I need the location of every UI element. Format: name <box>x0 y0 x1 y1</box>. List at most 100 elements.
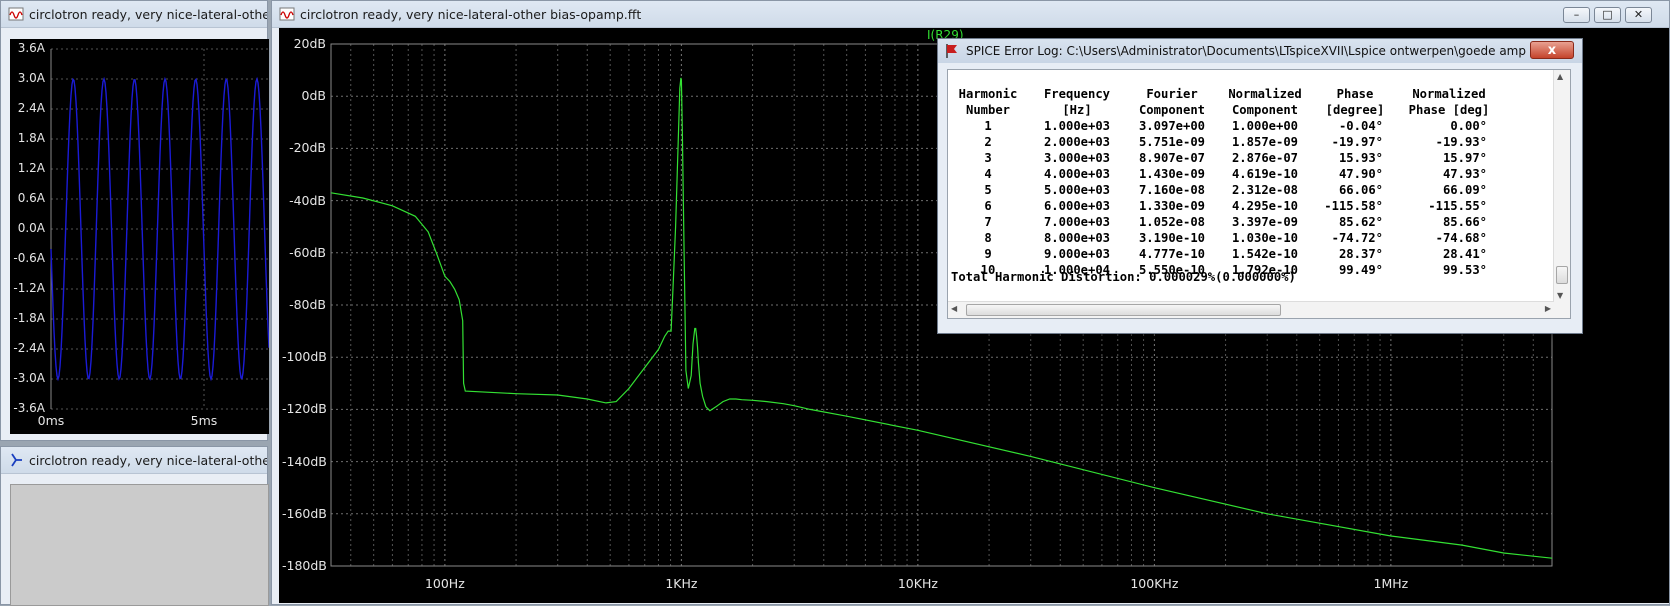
table-header: Normalized Component <box>1217 86 1313 118</box>
table-cell: -0.04° <box>1338 119 1383 133</box>
fft-y-tick-label: -160dB <box>282 505 327 521</box>
table-header: Frequency [Hz] <box>1027 86 1127 118</box>
spice-error-log-dialog[interactable]: SPICE Error Log: C:\Users\Administrator\… <box>937 38 1583 334</box>
fft-x-tick-label: 1MHz <box>1373 576 1409 591</box>
table-cell: 2 <box>984 135 992 149</box>
table-header-text: Component <box>1231 103 1299 117</box>
table-cell: 47.90° <box>1338 167 1383 181</box>
table-cell: 1.030e-10 <box>1231 231 1299 245</box>
table-row: 1 1.000e+03 3.097e+00 1.000e+00 -0.04° 0.00° <box>949 118 1501 134</box>
table-cell: 1.000e+03 <box>1043 119 1111 133</box>
table-cell: 5.751e-09 <box>1138 135 1206 149</box>
fft-y-tick-label: -20dB <box>289 140 326 156</box>
scroll-down-icon[interactable]: ▼ <box>1557 291 1563 300</box>
vertical-scrollbar[interactable]: ▲ ▼ <box>1553 70 1570 318</box>
table-header: Fourier Component <box>1127 86 1217 118</box>
table-header-text: [Hz] <box>1062 103 1092 117</box>
table-row: 6 6.000e+03 1.330e-09 4.295e-10 -115.58° -115… <box>949 198 1501 214</box>
table-cell: 66.06° <box>1338 183 1383 197</box>
table-cell: 6.000e+03 <box>1043 199 1111 213</box>
table-cell: 9 <box>984 247 992 261</box>
table-row: 2 2.000e+03 5.751e-09 1.857e-09 -19.97° -19.9… <box>949 134 1501 150</box>
table-cell: 5.000e+03 <box>1043 183 1111 197</box>
table-header-text: Component <box>1138 103 1206 117</box>
table-cell: 1 <box>984 119 992 133</box>
close-button[interactable]: x <box>1530 41 1574 59</box>
table-header-text: Phase <box>1336 87 1374 101</box>
table-cell: 85.66° <box>1442 215 1487 229</box>
error-log-title: SPICE Error Log: C:\Users\Administrator\… <box>966 44 1526 58</box>
table-row: 5 5.000e+03 7.160e-08 2.312e-08 66.06° 66.09° <box>949 182 1501 198</box>
table-cell: 1.857e-09 <box>1231 135 1299 149</box>
table-row: 4 4.000e+03 1.430e-09 4.619e-10 47.90° 47.93° <box>949 166 1501 182</box>
scroll-right-icon[interactable]: ▶ <box>1545 304 1551 313</box>
table-cell: 4.777e-10 <box>1138 247 1206 261</box>
table-cell: 4.295e-10 <box>1231 199 1299 213</box>
table-cell: -19.93° <box>1435 135 1487 149</box>
table-cell: 4 <box>984 167 992 181</box>
table-cell: 1.430e-09 <box>1138 167 1206 181</box>
table-row: 7 7.000e+03 1.052e-08 3.397e-09 85.62° 85.66° <box>949 214 1501 230</box>
horizontal-scroll-thumb[interactable] <box>966 304 1281 316</box>
fft-y-tick-label: 20dB <box>293 36 326 51</box>
horizontal-scrollbar[interactable]: ◀ ▶ <box>948 301 1554 318</box>
table-cell: 3.000e+03 <box>1043 151 1111 165</box>
table-cell: 8.000e+03 <box>1043 231 1111 245</box>
table-header-text: Phase [deg] <box>1408 103 1490 117</box>
fft-y-tick-label: -60dB <box>289 244 326 260</box>
table-cell: 47.93° <box>1442 167 1487 181</box>
table-cell: 28.37° <box>1338 247 1383 261</box>
table-header-text: Harmonic <box>958 87 1018 101</box>
table-cell: 66.09° <box>1442 183 1487 197</box>
table-cell: 7.000e+03 <box>1043 215 1111 229</box>
fft-y-tick-label: -80dB <box>289 297 326 312</box>
fft-x-tick-label: 1KHz <box>665 576 698 591</box>
scroll-left-icon[interactable]: ◀ <box>951 304 957 313</box>
table-cell: -115.58° <box>1324 199 1383 213</box>
table-cell: 3 <box>984 151 992 165</box>
table-cell: 85.62° <box>1338 215 1383 229</box>
table-cell: 7.160e-08 <box>1138 183 1206 197</box>
fft-y-tick-label: -40dB <box>289 192 326 208</box>
table-header: Phase [degree] <box>1313 86 1397 118</box>
scroll-up-icon[interactable]: ▲ <box>1557 72 1563 81</box>
table-cell: 15.97° <box>1442 151 1487 165</box>
table-header-text: Fourier <box>1146 87 1198 101</box>
table-cell: -19.97° <box>1331 135 1383 149</box>
vertical-scroll-thumb[interactable] <box>1556 266 1568 284</box>
table-header-text: [degree] <box>1325 103 1385 117</box>
table-row: 9 9.000e+03 4.777e-10 1.542e-10 28.37° 28.41° <box>949 246 1501 262</box>
table-cell: 2.312e-08 <box>1231 183 1299 197</box>
table-cell: 9.000e+03 <box>1043 247 1111 261</box>
table-cell: 2.000e+03 <box>1043 135 1111 149</box>
table-cell: 1.000e+00 <box>1231 119 1299 133</box>
table-cell: 2.876e-07 <box>1231 151 1299 165</box>
table-row: 8 8.000e+03 3.190e-10 1.030e-10 -74.72° -74.6… <box>949 230 1501 246</box>
error-log-titlebar[interactable]: SPICE Error Log: C:\Users\Administrator\… <box>938 39 1582 63</box>
table-cell: 99.53° <box>1442 263 1487 277</box>
table-cell: 6 <box>984 199 992 213</box>
table-cell: 99.49° <box>1338 263 1383 277</box>
table-cell: 4.619e-10 <box>1231 167 1299 181</box>
fft-x-tick-label: 10KHz <box>897 576 938 591</box>
fft-y-tick-label: -180dB <box>282 558 327 573</box>
table-cell: 3.397e-09 <box>1231 215 1299 229</box>
table-cell: 1.330e-09 <box>1138 199 1206 213</box>
fft-x-tick-label: 100Hz <box>424 576 465 591</box>
table-header-text: Normalized <box>1412 87 1486 101</box>
table-cell: 8.907e-07 <box>1138 151 1206 165</box>
table-header-text: Frequency <box>1043 87 1111 101</box>
table-header: Normalized Phase [deg] <box>1397 86 1501 118</box>
table-cell: 5 <box>984 183 992 197</box>
table-header-text: Normalized <box>1228 87 1302 101</box>
table-cell: -115.55° <box>1428 199 1487 213</box>
error-log-text[interactable]: Harmonic Number Frequency [Hz] Fourier Compon… <box>947 69 1571 319</box>
table-cell: -74.68° <box>1435 231 1487 245</box>
harmonics-table: Harmonic Number Frequency [Hz] Fourier Compon… <box>949 86 1501 278</box>
table-cell: 0.00° <box>1450 119 1487 133</box>
table-cell: 3.097e+00 <box>1138 119 1206 133</box>
thd-line: Total Harmonic Distortion: 0.000029%(0.0… <box>951 270 1296 284</box>
table-cell: 1.542e-10 <box>1231 247 1299 261</box>
fft-y-tick-label: -140dB <box>282 453 327 469</box>
fft-y-tick-label: 0dB <box>301 88 326 104</box>
